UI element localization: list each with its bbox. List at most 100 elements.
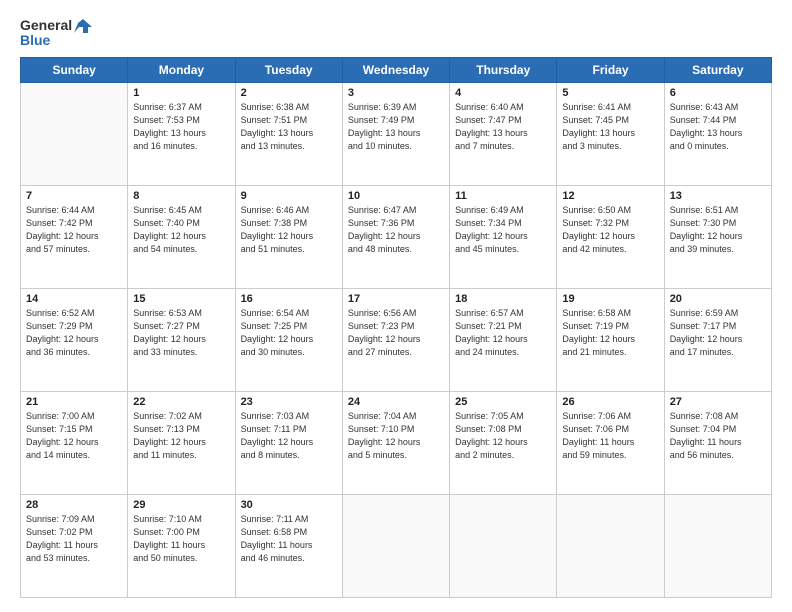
day-info: Sunrise: 6:43 AM Sunset: 7:44 PM Dayligh… bbox=[670, 101, 766, 153]
day-number: 29 bbox=[133, 499, 229, 511]
day-info: Sunrise: 6:57 AM Sunset: 7:21 PM Dayligh… bbox=[455, 307, 551, 359]
day-number: 3 bbox=[348, 87, 444, 99]
day-cell: 8 Sunrise: 6:45 AM Sunset: 7:40 PM Daylig… bbox=[128, 185, 235, 288]
day-cell: 6Sunrise: 6:43 AM Sunset: 7:44 PM Daylig… bbox=[664, 82, 771, 185]
day-info: Sunrise: 6:56 AM Sunset: 7:23 PM Dayligh… bbox=[348, 307, 444, 359]
day-number: 7 bbox=[26, 190, 122, 202]
day-cell: 9 Sunrise: 6:46 AM Sunset: 7:38 PM Daylig… bbox=[235, 185, 342, 288]
day-info: Sunrise: 6:38 AM Sunset: 7:51 PM Dayligh… bbox=[241, 101, 337, 153]
day-info: Sunrise: 7:05 AM Sunset: 7:08 PM Dayligh… bbox=[455, 410, 551, 462]
day-cell: 2Sunrise: 6:38 AM Sunset: 7:51 PM Daylig… bbox=[235, 82, 342, 185]
page: General Blue SundayMondayTuesdayWednesda… bbox=[0, 0, 792, 612]
day-number: 24 bbox=[348, 396, 444, 408]
day-number: 26 bbox=[562, 396, 658, 408]
day-cell: 28 Sunrise: 7:09 AM Sunset: 7:02 PM Dayli… bbox=[21, 494, 128, 597]
day-info: Sunrise: 7:11 AM Sunset: 6:58 PM Dayligh… bbox=[241, 513, 337, 565]
day-number: 12 bbox=[562, 190, 658, 202]
day-cell: 18 Sunrise: 6:57 AM Sunset: 7:21 PM Dayli… bbox=[450, 288, 557, 391]
week-row-5: 28 Sunrise: 7:09 AM Sunset: 7:02 PM Dayli… bbox=[21, 494, 772, 597]
week-row-4: 21 Sunrise: 7:00 AM Sunset: 7:15 PM Dayli… bbox=[21, 391, 772, 494]
day-info: Sunrise: 6:59 AM Sunset: 7:17 PM Dayligh… bbox=[670, 307, 766, 359]
day-number: 17 bbox=[348, 293, 444, 305]
day-number: 16 bbox=[241, 293, 337, 305]
weekday-friday: Friday bbox=[557, 57, 664, 82]
day-number: 1 bbox=[133, 87, 229, 99]
day-cell: 20 Sunrise: 6:59 AM Sunset: 7:17 PM Dayli… bbox=[664, 288, 771, 391]
logo-bird-icon bbox=[74, 19, 92, 33]
day-number: 18 bbox=[455, 293, 551, 305]
day-cell: 3 Sunrise: 6:39 AM Sunset: 7:49 PM Daylig… bbox=[342, 82, 449, 185]
day-number: 10 bbox=[348, 190, 444, 202]
day-cell: 14 Sunrise: 6:52 AM Sunset: 7:29 PM Dayli… bbox=[21, 288, 128, 391]
day-cell: 1Sunrise: 6:37 AM Sunset: 7:53 PM Daylig… bbox=[128, 82, 235, 185]
day-info: Sunrise: 7:04 AM Sunset: 7:10 PM Dayligh… bbox=[348, 410, 444, 462]
day-cell: 19 Sunrise: 6:58 AM Sunset: 7:19 PM Dayli… bbox=[557, 288, 664, 391]
day-number: 13 bbox=[670, 190, 766, 202]
day-info: Sunrise: 7:03 AM Sunset: 7:11 PM Dayligh… bbox=[241, 410, 337, 462]
day-number: 22 bbox=[133, 396, 229, 408]
logo: General Blue bbox=[20, 18, 92, 49]
week-row-3: 14 Sunrise: 6:52 AM Sunset: 7:29 PM Dayli… bbox=[21, 288, 772, 391]
day-cell: 27 Sunrise: 7:08 AM Sunset: 7:04 PM Dayli… bbox=[664, 391, 771, 494]
day-number: 19 bbox=[562, 293, 658, 305]
day-cell: 12 Sunrise: 6:50 AM Sunset: 7:32 PM Dayli… bbox=[557, 185, 664, 288]
logo-general: General bbox=[20, 18, 72, 33]
day-info: Sunrise: 6:45 AM Sunset: 7:40 PM Dayligh… bbox=[133, 204, 229, 256]
day-info: Sunrise: 7:09 AM Sunset: 7:02 PM Dayligh… bbox=[26, 513, 122, 565]
day-number: 21 bbox=[26, 396, 122, 408]
day-info: Sunrise: 7:06 AM Sunset: 7:06 PM Dayligh… bbox=[562, 410, 658, 462]
logo-svg: General Blue bbox=[20, 18, 92, 49]
day-cell: 22Sunrise: 7:02 AM Sunset: 7:13 PM Dayli… bbox=[128, 391, 235, 494]
day-info: Sunrise: 6:39 AM Sunset: 7:49 PM Dayligh… bbox=[348, 101, 444, 153]
day-cell: 25 Sunrise: 7:05 AM Sunset: 7:08 PM Dayli… bbox=[450, 391, 557, 494]
weekday-tuesday: Tuesday bbox=[235, 57, 342, 82]
day-info: Sunrise: 7:00 AM Sunset: 7:15 PM Dayligh… bbox=[26, 410, 122, 462]
day-info: Sunrise: 7:08 AM Sunset: 7:04 PM Dayligh… bbox=[670, 410, 766, 462]
weekday-sunday: Sunday bbox=[21, 57, 128, 82]
day-number: 23 bbox=[241, 396, 337, 408]
day-cell: 11 Sunrise: 6:49 AM Sunset: 7:34 PM Dayli… bbox=[450, 185, 557, 288]
day-info: Sunrise: 6:52 AM Sunset: 7:29 PM Dayligh… bbox=[26, 307, 122, 359]
day-info: Sunrise: 6:50 AM Sunset: 7:32 PM Dayligh… bbox=[562, 204, 658, 256]
day-info: Sunrise: 6:47 AM Sunset: 7:36 PM Dayligh… bbox=[348, 204, 444, 256]
day-info: Sunrise: 6:49 AM Sunset: 7:34 PM Dayligh… bbox=[455, 204, 551, 256]
weekday-monday: Monday bbox=[128, 57, 235, 82]
day-cell: 15 Sunrise: 6:53 AM Sunset: 7:27 PM Dayli… bbox=[128, 288, 235, 391]
day-number: 25 bbox=[455, 396, 551, 408]
day-number: 9 bbox=[241, 190, 337, 202]
day-cell: 24 Sunrise: 7:04 AM Sunset: 7:10 PM Dayli… bbox=[342, 391, 449, 494]
day-info: Sunrise: 6:40 AM Sunset: 7:47 PM Dayligh… bbox=[455, 101, 551, 153]
day-cell: 7 Sunrise: 6:44 AM Sunset: 7:42 PM Daylig… bbox=[21, 185, 128, 288]
day-number: 15 bbox=[133, 293, 229, 305]
day-number: 27 bbox=[670, 396, 766, 408]
day-cell: 29Sunrise: 7:10 AM Sunset: 7:00 PM Dayli… bbox=[128, 494, 235, 597]
day-cell: 17 Sunrise: 6:56 AM Sunset: 7:23 PM Dayli… bbox=[342, 288, 449, 391]
day-info: Sunrise: 6:54 AM Sunset: 7:25 PM Dayligh… bbox=[241, 307, 337, 359]
day-info: Sunrise: 6:58 AM Sunset: 7:19 PM Dayligh… bbox=[562, 307, 658, 359]
day-cell bbox=[21, 82, 128, 185]
day-number: 30 bbox=[241, 499, 337, 511]
day-number: 20 bbox=[670, 293, 766, 305]
day-number: 8 bbox=[133, 190, 229, 202]
day-cell: 26 Sunrise: 7:06 AM Sunset: 7:06 PM Dayli… bbox=[557, 391, 664, 494]
day-cell bbox=[450, 494, 557, 597]
day-cell bbox=[342, 494, 449, 597]
day-cell: 30 Sunrise: 7:11 AM Sunset: 6:58 PM Dayli… bbox=[235, 494, 342, 597]
day-info: Sunrise: 6:41 AM Sunset: 7:45 PM Dayligh… bbox=[562, 101, 658, 153]
day-number: 4 bbox=[455, 87, 551, 99]
day-number: 28 bbox=[26, 499, 122, 511]
weekday-header-row: SundayMondayTuesdayWednesdayThursdayFrid… bbox=[21, 57, 772, 82]
day-cell: 16 Sunrise: 6:54 AM Sunset: 7:25 PM Dayli… bbox=[235, 288, 342, 391]
day-cell bbox=[557, 494, 664, 597]
day-number: 11 bbox=[455, 190, 551, 202]
day-info: Sunrise: 6:44 AM Sunset: 7:42 PM Dayligh… bbox=[26, 204, 122, 256]
weekday-saturday: Saturday bbox=[664, 57, 771, 82]
week-row-1: 1Sunrise: 6:37 AM Sunset: 7:53 PM Daylig… bbox=[21, 82, 772, 185]
day-number: 5 bbox=[562, 87, 658, 99]
day-cell: 4 Sunrise: 6:40 AM Sunset: 7:47 PM Daylig… bbox=[450, 82, 557, 185]
day-info: Sunrise: 6:46 AM Sunset: 7:38 PM Dayligh… bbox=[241, 204, 337, 256]
day-info: Sunrise: 6:53 AM Sunset: 7:27 PM Dayligh… bbox=[133, 307, 229, 359]
day-number: 14 bbox=[26, 293, 122, 305]
calendar-table: SundayMondayTuesdayWednesdayThursdayFrid… bbox=[20, 57, 772, 598]
day-cell: 10 Sunrise: 6:47 AM Sunset: 7:36 PM Dayli… bbox=[342, 185, 449, 288]
